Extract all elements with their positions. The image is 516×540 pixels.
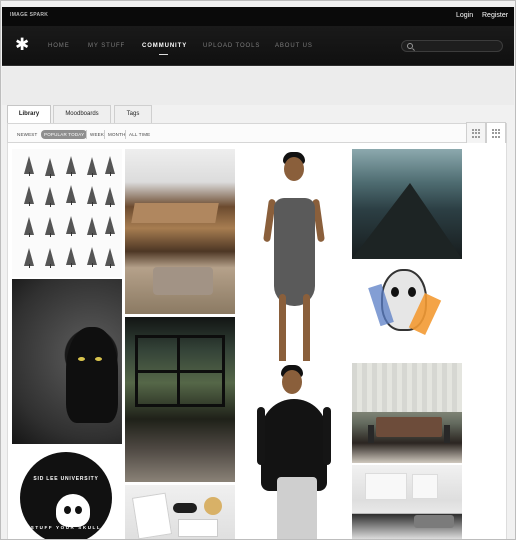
black-cat-image[interactable]: [12, 279, 122, 444]
tree-illustrations-image[interactable]: [12, 149, 122, 277]
filter-bar: NEWEST POPULAR TODAY WEEK MONTH ALL TIME: [7, 123, 507, 143]
badge-top-text: SID LEE UNIVERSITY: [33, 476, 99, 482]
stationery-design-image[interactable]: [125, 485, 235, 539]
nav-upload-tools[interactable]: UPLOAD TOOLS: [203, 43, 260, 49]
search-icon: [407, 43, 413, 49]
nav-about-us[interactable]: ABOUT US: [275, 43, 313, 49]
tab-tags[interactable]: Tags: [114, 105, 152, 123]
filter-all-time[interactable]: ALL TIME: [125, 130, 153, 139]
skull-art-image[interactable]: [352, 261, 462, 361]
search-input[interactable]: [401, 40, 503, 52]
badge-bottom-text: STUFF YOUR SKULL: [30, 525, 102, 530]
active-nav-indicator: [159, 54, 168, 55]
nav-my-stuff[interactable]: MY STUFF: [88, 43, 125, 49]
top-bar: IMAGE SPARK Login Register: [2, 7, 514, 26]
tab-library[interactable]: Library: [7, 105, 51, 123]
mountain-landscape-image[interactable]: [352, 149, 462, 259]
dining-room-image[interactable]: [352, 363, 462, 463]
list-view-icon: [492, 129, 501, 138]
fashion-model-image[interactable]: [239, 149, 349, 361]
list-view-button[interactable]: [486, 122, 506, 144]
university-badge: SID LEE UNIVERSITY STUFF YOUR SKULL: [20, 452, 112, 539]
nav-community[interactable]: COMMUNITY: [142, 43, 187, 49]
image-gallery: SID LEE UNIVERSITY STUFF YOUR SKULL: [7, 143, 507, 539]
balcony-interior-image[interactable]: [125, 317, 235, 482]
brand-name: IMAGE SPARK: [10, 12, 49, 18]
skull-icon: [56, 494, 90, 527]
leather-jacket-model-image[interactable]: [239, 363, 349, 539]
grid-view-icon: [472, 129, 481, 138]
register-link[interactable]: Register: [482, 12, 508, 19]
grid-view-button[interactable]: [466, 122, 486, 144]
login-link[interactable]: Login: [456, 12, 473, 19]
main-navbar: ✱ HOME MY STUFF COMMUNITY UPLOAD TOOLS A…: [2, 26, 514, 66]
filter-popular-today[interactable]: POPULAR TODAY: [41, 130, 88, 139]
skull-sticker-image[interactable]: SID LEE UNIVERSITY STUFF YOUR SKULL: [12, 446, 122, 539]
app-frame: IMAGE SPARK Login Register ✱ HOME MY STU…: [0, 0, 516, 540]
logo-icon[interactable]: ✱: [15, 36, 29, 53]
bedroom-image[interactable]: [352, 465, 462, 539]
nav-home[interactable]: HOME: [48, 43, 70, 49]
living-room-image[interactable]: [125, 149, 235, 314]
header-spacer: [2, 67, 514, 105]
tab-moodboards[interactable]: Moodboards: [53, 105, 111, 123]
filter-newest[interactable]: NEWEST: [14, 130, 40, 139]
